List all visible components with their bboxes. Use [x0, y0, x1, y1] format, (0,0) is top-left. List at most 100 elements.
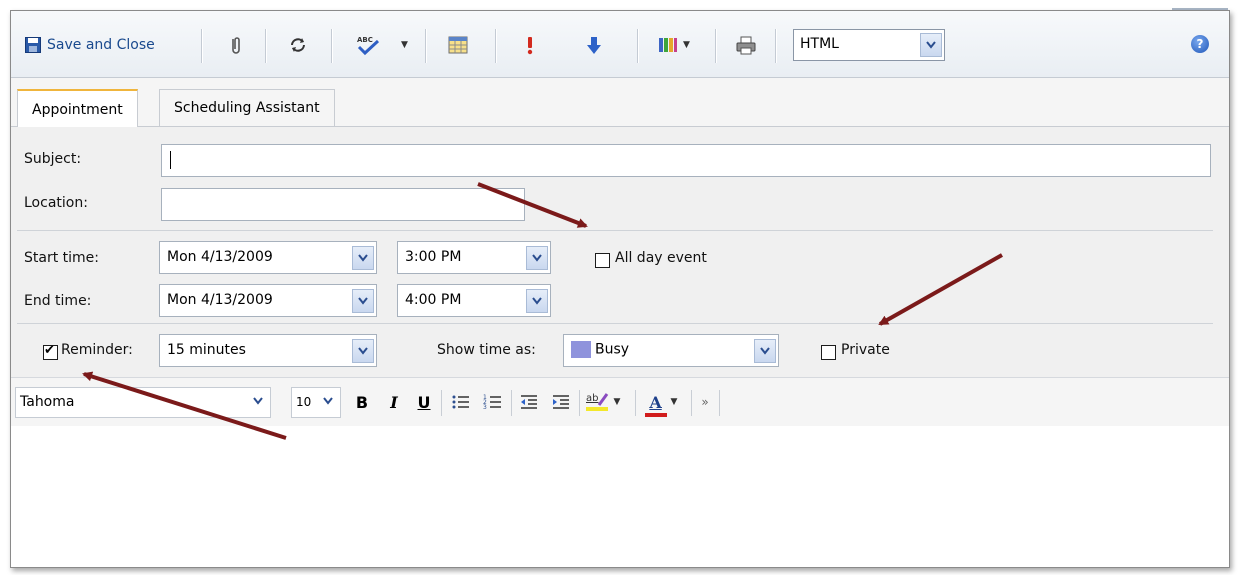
end-time-label: End time: — [24, 293, 92, 309]
font-size-value: 10 — [296, 395, 312, 409]
bold-button[interactable]: B — [353, 390, 371, 414]
toolbar-separator — [265, 29, 267, 63]
tab-appointment-label: Appointment — [32, 101, 123, 118]
chevron-down-icon[interactable] — [318, 390, 338, 412]
categories-button[interactable]: ▼ — [657, 33, 690, 57]
check-names-button[interactable] — [447, 33, 469, 57]
double-chevron-down-icon: » — [701, 395, 709, 409]
end-date-select[interactable]: Mon 4/13/2009 — [159, 284, 377, 317]
chevron-down-icon: ▼ — [401, 40, 408, 50]
font-color-label: A — [649, 392, 662, 412]
location-input[interactable] — [161, 188, 525, 221]
paperclip-icon — [232, 37, 240, 54]
chevron-down-icon[interactable] — [352, 289, 374, 313]
tab-scheduling-assistant[interactable]: Scheduling Assistant — [159, 89, 335, 126]
chevron-down-icon: ▼ — [670, 397, 678, 407]
recurrence-icon — [291, 38, 305, 52]
attach-button[interactable] — [225, 33, 247, 57]
italic-button[interactable]: I — [385, 390, 403, 414]
bullets-button[interactable] — [449, 390, 473, 414]
start-time-label: Start time: — [24, 250, 99, 266]
underline-button[interactable]: U — [415, 390, 433, 414]
outdent-icon — [521, 395, 537, 409]
toolbar-separator — [719, 390, 720, 416]
svg-text:ab: ab — [586, 393, 598, 404]
toolbar-separator — [331, 29, 333, 63]
toolbar-separator — [495, 29, 497, 63]
recurrence-button[interactable] — [287, 33, 309, 57]
spell-check-icon: ABC — [357, 36, 380, 56]
private-checkbox[interactable] — [821, 345, 836, 360]
font-size-select[interactable]: 10 — [291, 387, 341, 418]
message-body-editor[interactable] — [11, 426, 1229, 567]
toolbar-separator — [715, 29, 717, 63]
show-time-as-value: Busy — [595, 341, 630, 358]
show-time-as-value-wrap: Busy — [571, 341, 629, 358]
increase-indent-button[interactable] — [549, 390, 573, 414]
exclamation-icon — [527, 37, 533, 55]
tab-bar: Appointment Scheduling Assistant — [11, 78, 1229, 128]
formatting-toolbar: Tahoma 10 B I U 1 2 3 ab ▼ A ▼ » — [11, 377, 1229, 427]
tab-appointment[interactable]: Appointment — [17, 89, 138, 128]
chevron-down-icon[interactable] — [754, 339, 776, 363]
reminder-label: Reminder: — [61, 342, 133, 358]
chevron-down-icon[interactable] — [248, 390, 268, 412]
subject-input[interactable] — [161, 144, 1211, 177]
spell-check-button[interactable]: ABC — [355, 33, 381, 57]
chevron-down-icon[interactable] — [526, 246, 548, 270]
high-importance-button[interactable] — [519, 33, 541, 57]
bullet-list-icon — [452, 395, 469, 409]
toolbar: Save and Close ABC ▼ ▼ HTML ? — [11, 11, 1229, 78]
divider — [17, 230, 1213, 231]
divider — [17, 323, 1213, 324]
toolbar-separator — [201, 29, 203, 63]
font-color-swatch — [644, 412, 667, 417]
start-time-select[interactable]: 3:00 PM — [397, 241, 551, 274]
start-date-select[interactable]: Mon 4/13/2009 — [159, 241, 377, 274]
message-format-select[interactable]: HTML — [793, 29, 945, 61]
reminder-value: 15 minutes — [167, 342, 246, 358]
toolbar-separator — [691, 390, 692, 416]
chevron-down-icon[interactable] — [526, 289, 548, 313]
message-format-value: HTML — [800, 36, 839, 52]
indent-icon — [553, 395, 569, 409]
font-family-select[interactable]: Tahoma — [15, 387, 271, 418]
reminder-select[interactable]: 15 minutes — [159, 334, 377, 367]
toolbar-separator — [441, 390, 442, 416]
tab-scheduling-assistant-label: Scheduling Assistant — [174, 100, 320, 116]
help-icon[interactable]: ? — [1191, 35, 1209, 53]
spell-check-dropdown[interactable]: ▼ — [397, 33, 408, 57]
floppy-disk-icon — [25, 37, 41, 53]
calendar-grid-icon — [448, 36, 468, 54]
font-family-value: Tahoma — [20, 394, 75, 410]
reminder-checkbox[interactable] — [43, 343, 58, 360]
chevron-down-icon[interactable] — [352, 339, 374, 363]
font-color-button[interactable]: A ▼ — [641, 390, 681, 417]
save-and-close-label: Save and Close — [47, 37, 155, 53]
numbered-list-icon: 1 2 3 — [483, 394, 501, 411]
low-importance-button[interactable] — [583, 33, 605, 57]
toolbar-separator — [775, 29, 777, 63]
end-time-select[interactable]: 4:00 PM — [397, 284, 551, 317]
svg-text:3: 3 — [483, 404, 487, 411]
decrease-indent-button[interactable] — [517, 390, 541, 414]
busy-color-swatch — [571, 341, 591, 358]
save-and-close-button[interactable]: Save and Close — [25, 33, 155, 57]
numbering-button[interactable]: 1 2 3 — [481, 390, 505, 414]
all-day-event-checkbox[interactable] — [595, 253, 610, 268]
all-day-event-label: All day event — [615, 250, 707, 266]
chevron-down-icon[interactable] — [920, 33, 942, 57]
toolbar-separator — [425, 29, 427, 63]
subject-label: Subject: — [24, 151, 82, 167]
svg-text:ABC: ABC — [357, 36, 373, 44]
chevron-down-icon: ▼ — [613, 397, 621, 407]
chevron-down-icon[interactable] — [352, 246, 374, 270]
toolbar-separator — [511, 390, 512, 416]
show-time-as-select[interactable]: Busy — [563, 334, 779, 367]
highlight-button[interactable]: ab ▼ — [585, 390, 621, 414]
text-caret — [170, 151, 171, 169]
more-options-button[interactable]: » — [695, 390, 715, 414]
end-date-value: Mon 4/13/2009 — [167, 292, 273, 308]
print-button[interactable] — [735, 33, 757, 57]
start-time-value: 3:00 PM — [405, 249, 462, 265]
